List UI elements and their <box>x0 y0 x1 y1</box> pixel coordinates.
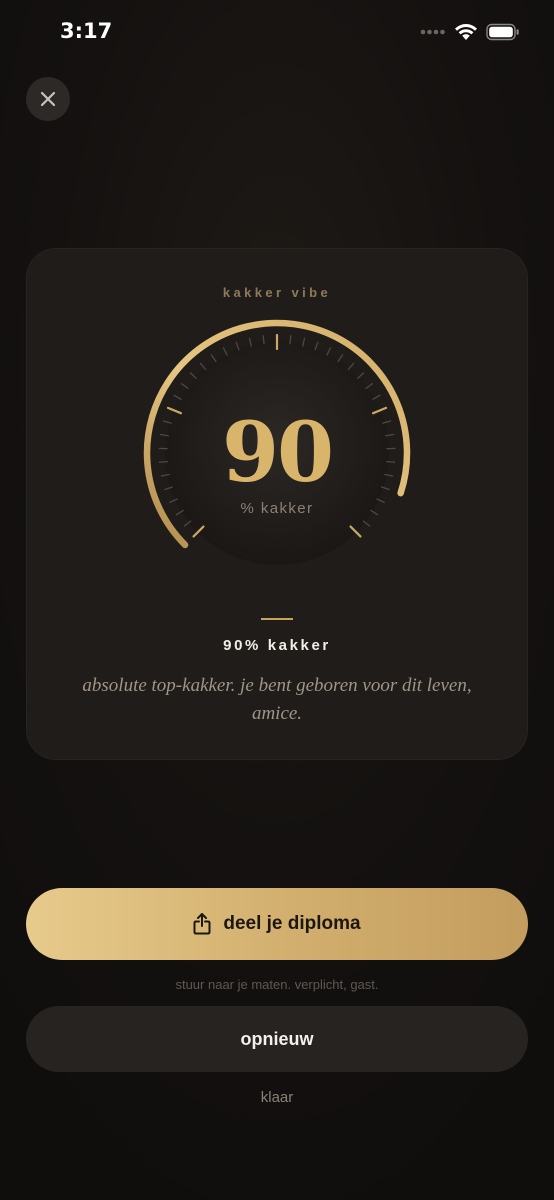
wifi-icon <box>455 24 477 40</box>
share-diploma-button[interactable]: deel je diploma <box>26 888 528 960</box>
done-link[interactable]: klaar <box>0 1089 554 1106</box>
gauge-minor-tick <box>210 354 217 363</box>
share-button-label: deel je diploma <box>223 913 361 934</box>
close-button[interactable] <box>26 77 70 121</box>
result-card: kakker vibe 90 % kakker 90% kakker absol… <box>26 248 528 760</box>
gauge-minor-tick <box>337 354 344 363</box>
share-icon <box>193 913 211 935</box>
gauge-value: 90 <box>221 405 334 501</box>
retry-button[interactable]: opnieuw <box>26 1006 528 1072</box>
battery-icon <box>486 23 519 41</box>
gauge-unit: % kakker <box>240 500 314 517</box>
gauge-minor-tick <box>357 372 365 379</box>
result-description: absolute top-kakker. je bent geboren voo… <box>82 675 472 724</box>
gauge-minor-tick <box>183 520 192 527</box>
gauge-minor-tick <box>365 382 374 389</box>
gauge-minor-tick <box>189 372 197 379</box>
divider <box>261 618 293 620</box>
close-icon <box>40 91 56 107</box>
share-hint: stuur naar je maten. verplicht, gast. <box>175 977 379 992</box>
gauge-minor-tick <box>347 362 355 371</box>
status-bar: 3:17 <box>0 0 554 64</box>
gauge-minor-tick <box>362 520 371 527</box>
result-title: 90% kakker <box>223 637 331 654</box>
gauge-minor-tick <box>180 382 189 389</box>
status-icons <box>420 22 520 42</box>
gauge-minor-tick <box>199 362 207 371</box>
retry-button-label: opnieuw <box>240 1028 314 1049</box>
cellular-dots-icon <box>420 29 445 35</box>
status-time: 3:17 <box>60 19 113 43</box>
